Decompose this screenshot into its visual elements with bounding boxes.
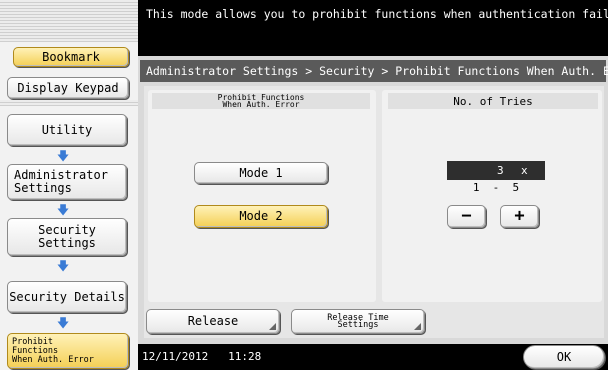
security-settings-label: Security Settings — [38, 224, 96, 250]
ok-button[interactable]: OK — [523, 345, 605, 369]
no-of-tries-panel — [382, 90, 602, 302]
release-time-line2: Settings — [337, 319, 379, 330]
prohibit-line3: When Auth. Error — [12, 354, 94, 365]
prohibit-panel-title-line2: When Auth. Error — [222, 100, 300, 109]
administrator-settings-label: Administrator Settings — [14, 169, 108, 195]
down-arrow-icon: 🡇 — [56, 259, 70, 273]
mode2-button[interactable]: Mode 2 — [194, 205, 328, 228]
ok-label: OK — [556, 349, 572, 364]
release-button[interactable]: Release — [146, 309, 280, 334]
left-divider-pattern — [0, 100, 138, 106]
mode1-button[interactable]: Mode 1 — [194, 162, 328, 184]
message-text: This mode allows you to prohibit functio… — [146, 7, 608, 21]
increase-button[interactable]: + — [500, 205, 539, 228]
security-settings-line1: Security — [38, 223, 96, 237]
utility-label: Utility — [41, 122, 93, 137]
tries-value-display: 3 x — [447, 161, 545, 180]
decrease-button[interactable]: − — [447, 205, 486, 228]
datetime: 12/11/2012 11:28 — [142, 350, 262, 363]
down-arrow-icon: 🡇 — [56, 149, 70, 163]
prohibit-functions-panel — [148, 90, 376, 302]
minus-icon: − — [461, 206, 472, 226]
administrator-settings-button[interactable]: Administrator Settings — [7, 164, 127, 200]
security-settings-line2: Settings — [38, 236, 96, 250]
mode2-label: Mode 2 — [239, 209, 283, 223]
release-label: Release — [187, 314, 239, 328]
left-top-pattern — [0, 0, 138, 42]
prohibit-functions-button[interactable]: Prohibit Functions When Auth. Error — [7, 333, 129, 369]
utility-button[interactable]: Utility — [7, 114, 127, 146]
display-keypad-button[interactable]: Display Keypad — [7, 77, 129, 99]
prohibit-functions-label: Prohibit Functions When Auth. Error — [12, 337, 94, 365]
down-arrow-icon: 🡇 — [56, 203, 70, 217]
breadcrumb: Administrator Settings > Security > Proh… — [146, 64, 608, 78]
administrator-settings-line1: Administrator — [14, 168, 108, 182]
security-details-label: Security Details — [9, 289, 125, 304]
security-settings-button[interactable]: Security Settings — [7, 218, 127, 256]
administrator-settings-line2: Settings — [14, 181, 72, 195]
prohibit-panel-title: Prohibit Functions When Auth. Error — [152, 93, 370, 109]
no-of-tries-title: No. of Tries — [388, 93, 598, 109]
display-keypad-label: Display Keypad — [17, 80, 119, 95]
release-time-settings-button[interactable]: Release Time Settings — [291, 309, 425, 334]
plus-icon: + — [514, 206, 525, 226]
tries-unit: x — [521, 164, 528, 177]
down-arrow-icon: 🡇 — [56, 316, 70, 330]
security-details-button[interactable]: Security Details — [7, 281, 127, 313]
release-time-settings-label: Release Time Settings — [327, 313, 388, 330]
bookmark-button[interactable]: Bookmark — [13, 47, 129, 67]
mode1-label: Mode 1 — [239, 165, 283, 180]
tries-value: 3 — [497, 164, 504, 177]
tries-range: 1 - 5 — [472, 181, 520, 194]
bookmark-label: Bookmark — [42, 49, 100, 64]
